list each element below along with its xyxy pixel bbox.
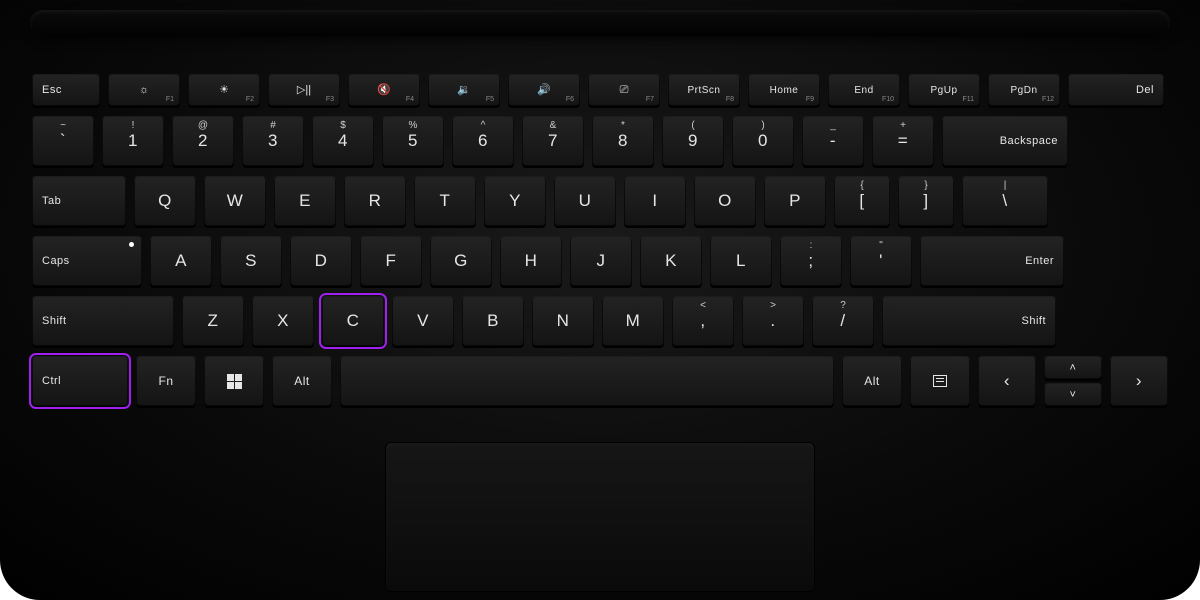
- arrow-updown-column: ˄ ˅: [1044, 356, 1102, 406]
- key-space[interactable]: [340, 356, 834, 406]
- key-minus[interactable]: _-: [802, 116, 864, 166]
- key-a[interactable]: A: [150, 236, 212, 286]
- key-rbracket[interactable]: }]: [898, 176, 954, 226]
- brightness-down-icon: ☼: [139, 85, 149, 96]
- key-k[interactable]: K: [640, 236, 702, 286]
- key-3[interactable]: #3: [242, 116, 304, 166]
- key-6[interactable]: ^6: [452, 116, 514, 166]
- capslock-indicator-icon: [129, 242, 134, 247]
- key-l[interactable]: L: [710, 236, 772, 286]
- key-u[interactable]: U: [554, 176, 616, 226]
- key-x[interactable]: X: [252, 296, 314, 346]
- key-c[interactable]: C: [322, 296, 384, 346]
- key-fn[interactable]: Fn: [136, 356, 196, 406]
- key-lbracket[interactable]: {[: [834, 176, 890, 226]
- key-g[interactable]: G: [430, 236, 492, 286]
- key-w[interactable]: W: [204, 176, 266, 226]
- key-equals[interactable]: +=: [872, 116, 934, 166]
- key-tab[interactable]: Tab: [32, 176, 126, 226]
- key-arrow-up[interactable]: ˄: [1044, 356, 1102, 379]
- key-shift-right[interactable]: Shift: [882, 296, 1056, 346]
- key-arrow-left[interactable]: ‹: [978, 356, 1036, 406]
- row-modifier: Ctrl Fn Alt Alt ‹ ˄ ˅ ›: [32, 356, 1168, 406]
- row-qwerty: Tab Q W E R T Y U I O P {[ }] |\: [32, 176, 1168, 226]
- key-v[interactable]: V: [392, 296, 454, 346]
- key-slash[interactable]: ?/: [812, 296, 874, 346]
- brightness-up-icon: ☀: [219, 85, 229, 96]
- key-f6[interactable]: 🔊F6: [508, 74, 580, 106]
- key-b[interactable]: B: [462, 296, 524, 346]
- volume-down-icon: 🔉: [457, 85, 471, 96]
- key-f7[interactable]: ⎚F7: [588, 74, 660, 106]
- key-f8[interactable]: PrtScnF8: [668, 74, 740, 106]
- key-h[interactable]: H: [500, 236, 562, 286]
- key-backslash[interactable]: |\: [962, 176, 1048, 226]
- play-pause-icon: ▷||: [297, 85, 311, 96]
- key-capslock[interactable]: Caps: [32, 236, 142, 286]
- hinge-bar: [30, 10, 1170, 36]
- key-r[interactable]: R: [344, 176, 406, 226]
- key-y[interactable]: Y: [484, 176, 546, 226]
- key-i[interactable]: I: [624, 176, 686, 226]
- key-f2[interactable]: ☀F2: [188, 74, 260, 106]
- key-quote[interactable]: "': [850, 236, 912, 286]
- key-esc[interactable]: Esc: [32, 74, 100, 106]
- key-enter[interactable]: Enter: [920, 236, 1064, 286]
- key-f[interactable]: F: [360, 236, 422, 286]
- volume-up-icon: 🔊: [537, 85, 551, 96]
- key-f3[interactable]: ▷||F3: [268, 74, 340, 106]
- key-9[interactable]: (9: [662, 116, 724, 166]
- key-f1[interactable]: ☼F1: [108, 74, 180, 106]
- key-n[interactable]: N: [532, 296, 594, 346]
- key-j[interactable]: J: [570, 236, 632, 286]
- keyboard: Esc ☼F1 ☀F2 ▷||F3 🔇F4 🔉F5 🔊F6 ⎚F7 PrtScn…: [32, 74, 1168, 416]
- key-arrow-right[interactable]: ›: [1110, 356, 1168, 406]
- key-f4[interactable]: 🔇F4: [348, 74, 420, 106]
- key-z[interactable]: Z: [182, 296, 244, 346]
- key-f9[interactable]: HomeF9: [748, 74, 820, 106]
- kbd-backlight-icon: ⎚: [620, 85, 629, 96]
- key-2[interactable]: @2: [172, 116, 234, 166]
- key-4[interactable]: $4: [312, 116, 374, 166]
- key-alt-left[interactable]: Alt: [272, 356, 332, 406]
- key-period[interactable]: >.: [742, 296, 804, 346]
- key-semicolon[interactable]: :;: [780, 236, 842, 286]
- key-d[interactable]: D: [290, 236, 352, 286]
- key-arrow-down[interactable]: ˅: [1044, 383, 1102, 406]
- key-del[interactable]: Del: [1068, 74, 1164, 106]
- key-p[interactable]: P: [764, 176, 826, 226]
- key-menu[interactable]: [910, 356, 970, 406]
- row-asdf: Caps A S D F G H J K L :; "' Enter: [32, 236, 1168, 286]
- trackpad[interactable]: [385, 442, 815, 592]
- key-q[interactable]: Q: [134, 176, 196, 226]
- key-s[interactable]: S: [220, 236, 282, 286]
- row-function: Esc ☼F1 ☀F2 ▷||F3 🔇F4 🔉F5 🔊F6 ⎚F7 PrtScn…: [32, 74, 1168, 106]
- key-windows[interactable]: [204, 356, 264, 406]
- key-e[interactable]: E: [274, 176, 336, 226]
- key-0[interactable]: )0: [732, 116, 794, 166]
- key-alt-right[interactable]: Alt: [842, 356, 902, 406]
- row-number: ~` !1 @2 #3 $4 %5 ^6 &7 *8 (9 )0 _- += B…: [32, 116, 1168, 166]
- key-backtick[interactable]: ~`: [32, 116, 94, 166]
- key-f10[interactable]: EndF10: [828, 74, 900, 106]
- mute-icon: 🔇: [377, 85, 391, 96]
- key-shift-left[interactable]: Shift: [32, 296, 174, 346]
- key-f11[interactable]: PgUpF11: [908, 74, 980, 106]
- key-8[interactable]: *8: [592, 116, 654, 166]
- key-ctrl[interactable]: Ctrl: [32, 356, 128, 406]
- windows-icon: [227, 374, 242, 389]
- key-t[interactable]: T: [414, 176, 476, 226]
- key-1[interactable]: !1: [102, 116, 164, 166]
- key-f12[interactable]: PgDnF12: [988, 74, 1060, 106]
- key-m[interactable]: M: [602, 296, 664, 346]
- key-5[interactable]: %5: [382, 116, 444, 166]
- menu-icon: [933, 375, 947, 387]
- key-comma[interactable]: <,: [672, 296, 734, 346]
- row-zxcv: Shift Z X C V B N M <, >. ?/ Shift: [32, 296, 1168, 346]
- key-7[interactable]: &7: [522, 116, 584, 166]
- key-backspace[interactable]: Backspace: [942, 116, 1068, 166]
- keyboard-device: Esc ☼F1 ☀F2 ▷||F3 🔇F4 🔉F5 🔊F6 ⎚F7 PrtScn…: [0, 0, 1200, 600]
- key-o[interactable]: O: [694, 176, 756, 226]
- key-f5[interactable]: 🔉F5: [428, 74, 500, 106]
